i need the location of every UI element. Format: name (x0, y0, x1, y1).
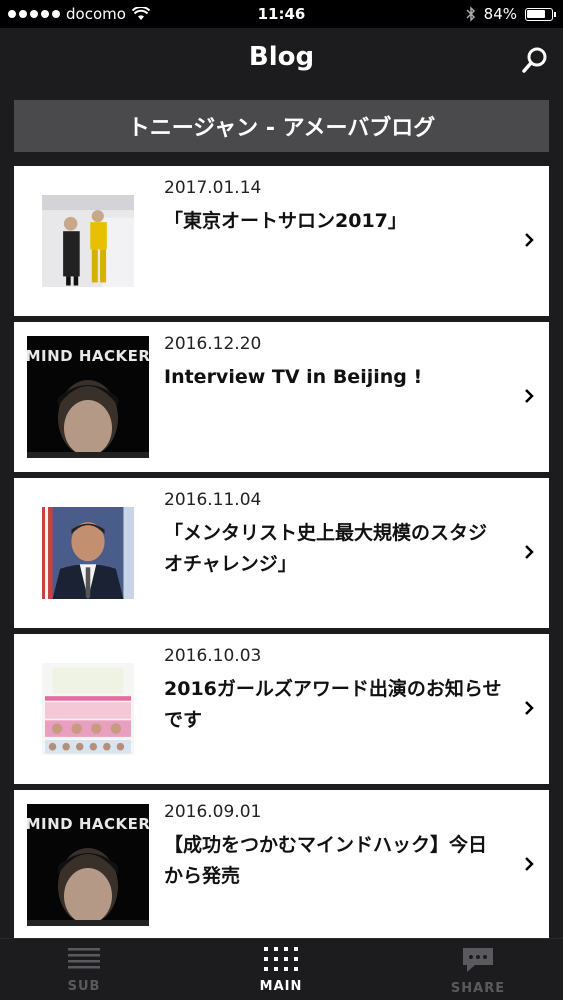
tab-main[interactable]: MAIN (221, 947, 341, 994)
battery-icon (525, 7, 556, 21)
blog-post-row[interactable]: 2016.11.04 「メンタリスト史上最大規模のスタジオチャレンジ」 (14, 478, 549, 628)
post-date: 2016.11.04 (164, 490, 262, 510)
post-date: 2016.10.03 (164, 646, 262, 666)
search-icon (522, 47, 547, 73)
battery-percent: 84% (483, 5, 517, 23)
chevron-right-icon (525, 701, 534, 715)
navigation-bar: Blog (0, 28, 563, 90)
post-thumbnail (42, 507, 134, 599)
blog-post-row[interactable]: MIND HACKER 2016.09.01 【成功をつかむマインドハック】今日… (14, 790, 549, 940)
search-button[interactable] (521, 46, 549, 74)
chevron-right-icon (525, 545, 534, 559)
blog-post-list: 2017.01.14 「東京オートサロン2017」 MIND HACKER 20… (14, 166, 549, 946)
post-title: 「東京オートサロン2017」 (164, 210, 407, 232)
tab-share[interactable]: SHARE (418, 947, 538, 996)
post-date: 2016.09.01 (164, 802, 262, 822)
post-title: 【成功をつかむマインドハック】今日から発売 (164, 834, 488, 887)
post-thumbnail: MIND HACKER (27, 804, 149, 926)
post-thumbnail (42, 663, 134, 755)
thumbnail-caption: MIND HACKER (27, 815, 149, 833)
thumbnail-caption: MIND HACKER (27, 347, 149, 365)
battery-fill (527, 9, 545, 18)
post-thumbnail (42, 195, 134, 287)
post-title: Interview TV in Beijing ! (164, 366, 423, 388)
blog-post-row[interactable]: 2017.01.14 「東京オートサロン2017」 (14, 166, 549, 316)
post-title: 2016ガールズアワード出演のお知らせです (164, 678, 502, 731)
bluetooth-icon (466, 6, 475, 22)
tab-bar: SUB MAIN SHARE (0, 938, 563, 1000)
blog-post-row[interactable]: 2016.10.03 2016ガールズアワード出演のお知らせです (14, 634, 549, 784)
tab-main-label: MAIN (259, 979, 303, 994)
blog-source-header: トニージャン - アメーバブログ (14, 100, 549, 152)
post-thumbnail: MIND HACKER (27, 336, 149, 458)
post-date: 2016.12.20 (164, 334, 262, 354)
post-date: 2017.01.14 (164, 178, 262, 198)
tab-sub-label: SUB (67, 979, 101, 994)
chevron-right-icon (525, 233, 534, 247)
blog-post-row[interactable]: MIND HACKER 2016.12.20 Interview TV in B… (14, 322, 549, 472)
grid-icon (264, 947, 298, 971)
tab-share-label: SHARE (450, 981, 506, 996)
tab-sub[interactable]: SUB (24, 947, 144, 994)
chevron-right-icon (525, 389, 534, 403)
page-title: Blog (248, 42, 315, 72)
post-title: 「メンタリスト史上最大規模のスタジオチャレンジ」 (164, 522, 488, 575)
chevron-right-icon (525, 857, 534, 871)
status-bar: docomo 11:46 84% (0, 0, 563, 28)
list-icon (68, 948, 100, 969)
chat-bubble-icon (463, 948, 493, 972)
status-right: 84% (466, 5, 556, 23)
